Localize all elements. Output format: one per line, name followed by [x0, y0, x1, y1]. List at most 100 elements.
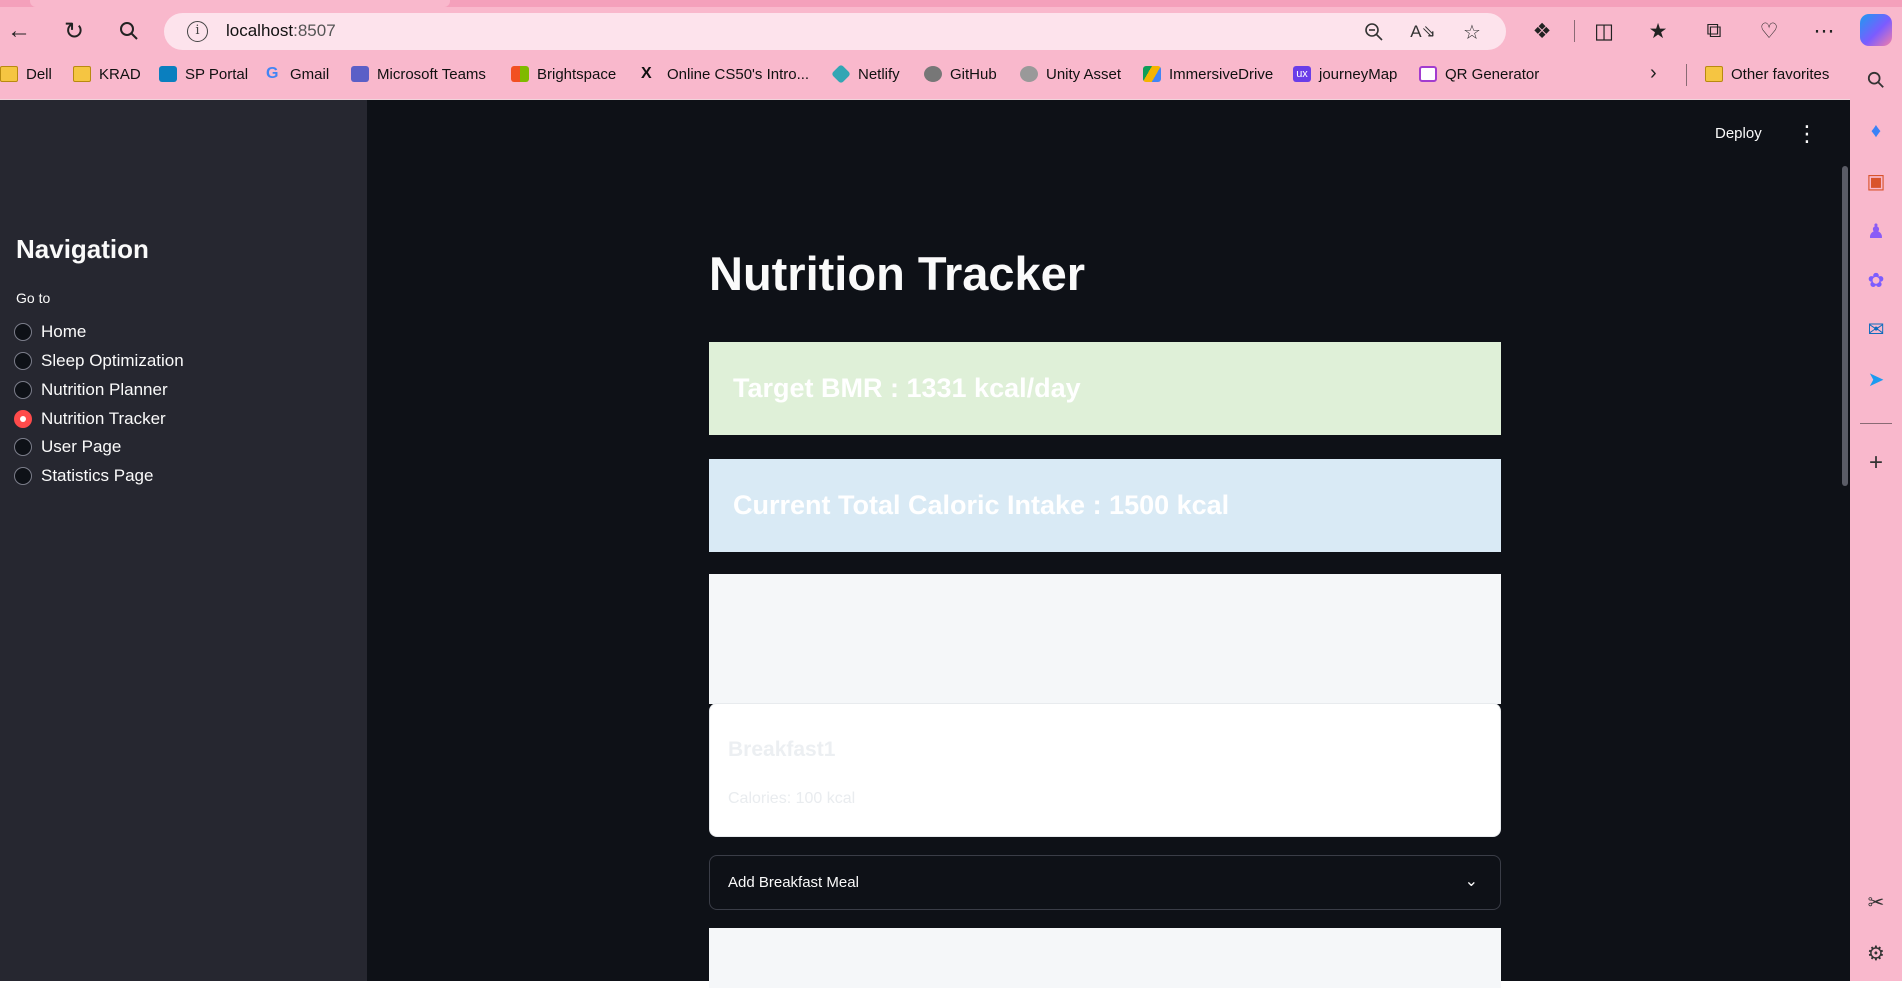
bookmark-label: Brightspace: [537, 65, 617, 83]
url-host: localhost: [226, 21, 294, 40]
radio-button-selected[interactable]: [14, 410, 32, 428]
bookmarks-divider: [1686, 64, 1687, 86]
chevron-right-icon[interactable]: ›: [1650, 62, 1657, 85]
teams-icon: [351, 66, 369, 82]
edx-icon: X: [641, 65, 652, 82]
bookmark-sp-portal[interactable]: SP Portal: [159, 60, 248, 88]
ux-icon: ux: [1293, 66, 1311, 82]
nav-option-statistics-page[interactable]: Statistics Page: [14, 465, 153, 487]
scrollbar[interactable]: [1842, 166, 1848, 486]
nav-option-home[interactable]: Home: [14, 321, 86, 343]
expander-label: Add Breakfast Meal: [728, 874, 859, 891]
settings-gear-icon[interactable]: ⚙: [1861, 938, 1891, 968]
chevron-down-icon: ⌄: [1464, 873, 1478, 890]
bookmark-unity-asset[interactable]: Unity Asset: [1020, 60, 1121, 88]
bookmark-brightspace[interactable]: Brightspace: [511, 60, 616, 88]
netlify-icon: [831, 64, 851, 84]
bookmark-cs50[interactable]: X Online CS50's Intro...: [641, 60, 809, 88]
games-icon[interactable]: ♟: [1861, 216, 1891, 246]
copilot-icon[interactable]: [1860, 14, 1892, 46]
nav-option-label: Statistics Page: [41, 466, 154, 485]
bookmark-label: ImmersiveDrive: [1169, 65, 1274, 83]
favorite-star-icon[interactable]: ☆: [1459, 19, 1485, 45]
deploy-button[interactable]: Deploy: [1715, 125, 1762, 142]
url-port: :8507: [293, 21, 336, 40]
screenshot-icon[interactable]: ✂: [1861, 887, 1891, 917]
toolbar-divider: [1574, 20, 1575, 42]
refresh-icon[interactable]: ↻: [57, 14, 91, 48]
shopping-tag-icon[interactable]: ♦: [1861, 116, 1891, 146]
caloric-intake-text: Current Total Caloric Intake : 1500 kcal: [733, 490, 1230, 520]
bookmark-label: Netlify: [858, 65, 900, 83]
radio-button[interactable]: [14, 352, 32, 370]
radio-button[interactable]: [14, 467, 32, 485]
next-meal-section: [709, 928, 1501, 988]
bookmark-qr-generator[interactable]: QR Generator: [1419, 60, 1539, 88]
bookmark-label: Online CS50's Intro...: [667, 65, 810, 83]
bookmark-label: Unity Asset: [1046, 65, 1122, 83]
bookmark-journeymap[interactable]: ux journeyMap: [1293, 60, 1397, 88]
copilot-app-icon[interactable]: ✿: [1861, 265, 1891, 295]
folder-icon: [1705, 66, 1723, 82]
bookmark-label: Dell: [26, 65, 52, 83]
sharepoint-icon: [159, 66, 177, 82]
app-container: Navigation Go to Home Sleep Optimization…: [0, 100, 1850, 988]
tools-icon[interactable]: ▣: [1861, 166, 1891, 196]
google-drive-icon: [1143, 66, 1161, 82]
add-breakfast-meal-expander[interactable]: Add Breakfast Meal ⌄: [709, 855, 1501, 910]
browser-essentials-icon[interactable]: ♡: [1753, 15, 1785, 47]
bookmark-other-favorites[interactable]: Other favorites: [1705, 60, 1829, 88]
more-menu-icon[interactable]: ⋯: [1808, 15, 1840, 47]
search-icon[interactable]: [112, 14, 146, 48]
nav-option-label: Nutrition Planner: [41, 380, 168, 399]
extensions-icon[interactable]: ❖: [1526, 15, 1558, 47]
github-icon: [924, 66, 942, 82]
app-menu-icon[interactable]: ⋮: [1796, 123, 1818, 145]
nav-option-user-page[interactable]: User Page: [14, 436, 121, 458]
split-screen-icon[interactable]: ◫: [1588, 15, 1620, 47]
nav-option-sleep-optimization[interactable]: Sleep Optimization: [14, 350, 184, 372]
url-text[interactable]: localhost:8507: [226, 21, 336, 41]
active-tab[interactable]: [30, 0, 450, 7]
nav-option-label: Home: [41, 322, 87, 341]
bookmark-label: KRAD: [99, 65, 141, 83]
folder-icon: [0, 66, 18, 82]
back-icon[interactable]: ←: [2, 14, 36, 48]
bookmark-microsoft-teams[interactable]: Microsoft Teams: [351, 60, 486, 88]
collections-icon[interactable]: ⧉: [1698, 15, 1730, 47]
nav-option-nutrition-planner[interactable]: Nutrition Planner: [14, 379, 168, 401]
nav-option-label: Nutrition Tracker: [41, 409, 166, 428]
radio-group-label: Go to: [16, 290, 51, 306]
brightspace-icon: [511, 66, 529, 82]
zoom-out-icon[interactable]: [1361, 19, 1387, 45]
bookmark-label: Microsoft Teams: [377, 65, 486, 83]
radio-button[interactable]: [14, 323, 32, 341]
read-aloud-icon[interactable]: A⇘: [1410, 19, 1436, 45]
unity-icon: [1020, 66, 1038, 82]
app-sidebar: Navigation Go to Home Sleep Optimization…: [0, 100, 367, 981]
bookmark-github[interactable]: GitHub: [924, 60, 997, 88]
bookmark-label: Gmail: [290, 65, 330, 83]
bookmark-gmail[interactable]: G Gmail: [266, 60, 329, 88]
bmr-text: Target BMR : 1331 kcal/day: [733, 373, 1081, 403]
add-icon[interactable]: +: [1861, 448, 1891, 478]
nav-option-nutrition-tracker[interactable]: Nutrition Tracker: [14, 408, 166, 430]
address-bar[interactable]: i localhost:8507 A⇘ ☆: [164, 13, 1506, 50]
bookmark-label: Other favorites: [1731, 65, 1830, 83]
bookmark-netlify[interactable]: Netlify: [831, 60, 900, 88]
search-icon[interactable]: [1861, 65, 1891, 95]
bookmark-immersivedrive[interactable]: ImmersiveDrive: [1143, 60, 1273, 88]
folder-icon: [73, 66, 91, 82]
bookmark-dell[interactable]: Dell: [0, 60, 52, 88]
send-icon[interactable]: ➤: [1861, 364, 1891, 394]
bookmark-label: SP Portal: [185, 65, 249, 83]
sidebar-divider: [1860, 423, 1892, 424]
radio-button[interactable]: [14, 438, 32, 456]
outlook-icon[interactable]: ✉: [1861, 314, 1891, 344]
site-info-icon[interactable]: i: [187, 21, 208, 42]
bookmark-label: QR Generator: [1445, 65, 1540, 83]
bookmark-krad[interactable]: KRAD: [73, 60, 141, 88]
radio-button[interactable]: [14, 381, 32, 399]
favorites-icon[interactable]: ★: [1642, 15, 1674, 47]
meal-calories: Calories: 100 kcal: [728, 790, 856, 807]
